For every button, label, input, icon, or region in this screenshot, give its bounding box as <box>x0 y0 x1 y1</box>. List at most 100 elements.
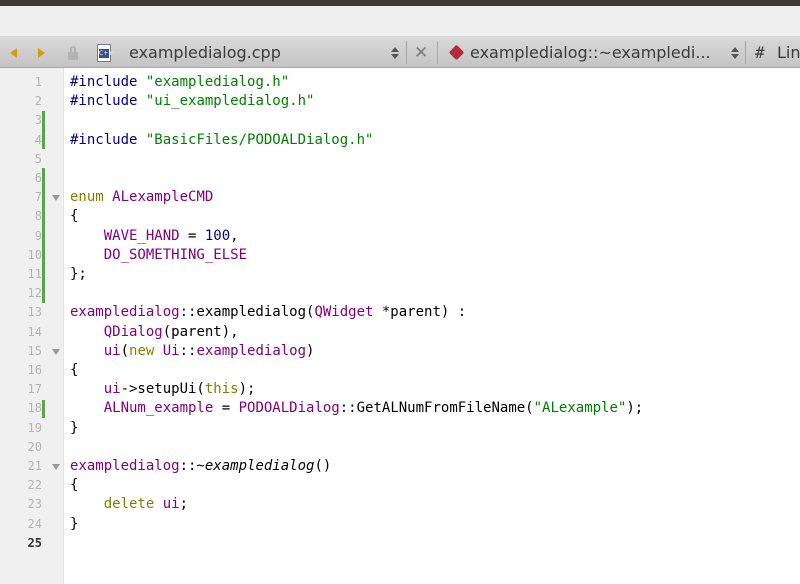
file-selector-arrows[interactable] <box>391 37 399 68</box>
line-number: 16 <box>27 363 42 377</box>
line-number: 7 <box>34 190 42 205</box>
code-token: ::GetALNumFromFileName( <box>339 400 534 417</box>
code-line: 17 ui->setupUi(this); <box>0 380 800 399</box>
code-line: 25 <box>0 534 800 553</box>
back-button[interactable] <box>10 37 17 68</box>
line-number: 25 <box>27 535 42 550</box>
code-line: 9 WAVE_HAND = 100, <box>0 227 800 246</box>
code-text: #include "exampledialog.h" <box>70 73 289 92</box>
line-number: 5 <box>34 151 42 166</box>
line-number: 18 <box>27 401 42 416</box>
file-name-label: exampledialog.cpp <box>129 43 281 62</box>
code-line: 1 #include "exampledialog.h" <box>0 73 800 92</box>
code-line: 6 <box>0 169 800 188</box>
code-token: "ALexample" <box>533 400 627 417</box>
file-selector[interactable]: exampledialog.cpp <box>129 37 281 68</box>
line-indicator[interactable]: Lin <box>777 37 800 68</box>
code-token: delete <box>103 496 155 513</box>
code-text: enum ALexampleCMD <box>70 188 213 207</box>
code-text: delete ui; <box>70 495 188 514</box>
code-line: 15 ui(new Ui::exampledialog) <box>0 342 800 361</box>
code-line: 7 enum ALexampleCMD <box>0 188 800 207</box>
code-token: #include <box>70 93 138 110</box>
code-token: "exampledialog.h" <box>145 74 290 90</box>
code-token: "ui_exampledialog.h" <box>145 93 315 110</box>
separator <box>406 41 407 64</box>
code-token: ui <box>162 496 180 513</box>
code-line: 13 exampledialog::exampledialog(QWidget *… <box>0 303 800 322</box>
line-number: 8 <box>34 209 42 224</box>
symbol-icon <box>448 44 465 61</box>
code-line: 16 { <box>0 361 800 380</box>
code-token: exampledialog <box>70 304 180 321</box>
arrow-right-icon <box>38 47 45 58</box>
code-line: 19} <box>0 419 800 438</box>
code-text: DO_SOMETHING_ELSE <box>70 246 247 265</box>
code-token: exampledialog <box>70 458 180 474</box>
code-token: ::exampledialog( <box>179 304 315 321</box>
code-token: } <box>70 419 79 436</box>
code-line: 4 #include "BasicFiles/PODOALDialog.h" <box>0 131 800 150</box>
code-token: ui <box>103 342 121 359</box>
up-down-icon <box>391 46 399 59</box>
symbol-selector-arrows[interactable] <box>731 37 739 68</box>
fold-arrow-icon[interactable] <box>52 195 60 202</box>
code-token: new <box>129 342 155 359</box>
change-marker <box>42 400 45 418</box>
symbol-selector[interactable]: exampledialog::~exampledi... <box>470 37 711 68</box>
code-text: ui(new Ui::exampledialog) <box>70 342 315 361</box>
code-token: enum <box>70 189 104 206</box>
line-column-label: Lin <box>777 43 800 62</box>
code-token: exampledialog <box>196 342 307 359</box>
code-token: { <box>70 477 79 494</box>
code-token: WAVE_HAND <box>103 227 180 244</box>
code-token: :: <box>179 342 197 359</box>
code-token: = <box>179 227 205 244</box>
close-document-button[interactable]: ✕ <box>414 37 428 68</box>
code-line: 14 QDialog(parent), <box>0 323 800 342</box>
hash-indicator[interactable]: # <box>755 37 765 68</box>
forward-button[interactable] <box>38 37 45 68</box>
code-token: ::~ <box>179 458 205 474</box>
code-token: , <box>230 227 239 244</box>
code-line: 2 #include "ui_exampledialog.h" <box>0 92 800 111</box>
code-token: "BasicFiles/PODOALDialog.h" <box>145 131 374 148</box>
code-text: ui->setupUi(this); <box>70 380 256 399</box>
code-token: ALNum_example <box>103 400 214 417</box>
code-token: this <box>204 381 239 398</box>
line-number: 24 <box>27 516 42 531</box>
menu-area <box>0 6 800 37</box>
line-number: 15 <box>27 343 42 358</box>
arrow-left-icon <box>10 47 17 58</box>
code-token: ; <box>179 496 189 513</box>
code-token: { <box>70 208 79 225</box>
code-text: { <box>70 207 78 226</box>
fold-arrow-icon[interactable] <box>52 348 60 355</box>
line-number: 11 <box>27 267 42 281</box>
code-line: 21 exampledialog::~exampledialog() <box>0 457 800 476</box>
lock-button[interactable] <box>67 37 79 68</box>
fold-arrow-icon[interactable] <box>52 464 60 470</box>
line-number: 13 <box>27 305 42 320</box>
code-token: = <box>213 400 239 417</box>
code-token: DO_SOMETHING_ELSE <box>103 246 248 263</box>
code-text: exampledialog::exampledialog(QWidget *pa… <box>70 303 466 322</box>
code-text: #include "ui_exampledialog.h" <box>70 92 314 111</box>
code-token: exampledialog <box>204 458 315 474</box>
code-line: 18 ALNum_example = PODOALDialog::GetALNu… <box>0 399 800 418</box>
line-number: 21 <box>27 459 42 473</box>
line-number: 12 <box>27 286 42 301</box>
code-token: QWidget <box>314 304 374 321</box>
code-line: 11}; <box>0 265 800 284</box>
line-number: 3 <box>34 113 42 128</box>
code-token: ui <box>103 381 121 398</box>
line-number: 10 <box>27 247 42 262</box>
editor-toolbar: C++ exampledialog.cpp ✕ exampledialog::~… <box>0 37 800 68</box>
code-token: ->setupUi( <box>120 381 205 398</box>
lock-icon <box>67 45 79 60</box>
